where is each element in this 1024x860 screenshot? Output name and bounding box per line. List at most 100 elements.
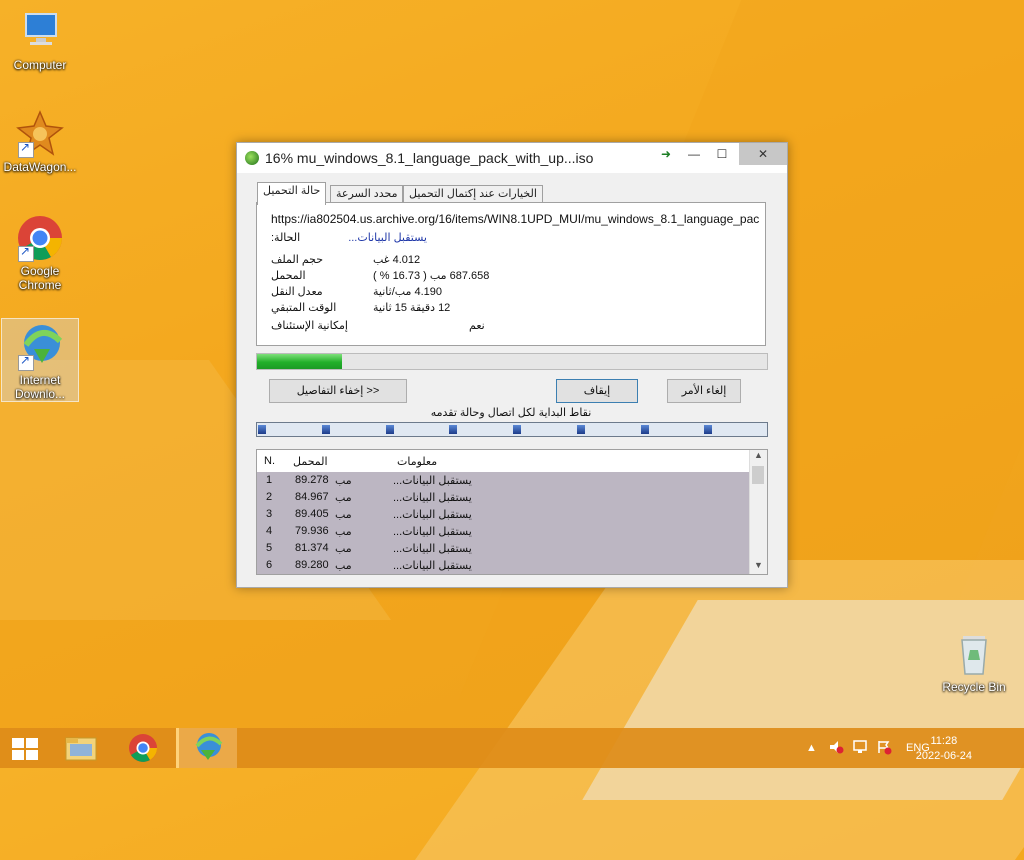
list-item[interactable]: 1 89.278 مب يستقبل البيانات... <box>257 472 749 489</box>
detail-label: الوقت المتبقي <box>271 302 337 314</box>
connections-list-header: N. المحمل معلومات <box>257 450 749 472</box>
recycle-bin-icon <box>950 630 998 678</box>
start-button[interactable] <box>0 728 58 768</box>
cancel-button[interactable]: إلغاء الأمر <box>667 379 741 403</box>
desktop-icon-chrome[interactable]: Google Chrome <box>2 214 78 292</box>
column-header-info[interactable]: معلومات <box>397 455 437 468</box>
detail-label: معدل النقل <box>271 286 323 298</box>
scroll-up-icon[interactable]: ▲ <box>750 450 767 464</box>
row-unit: مب <box>335 509 352 521</box>
datawagon-icon <box>16 110 64 158</box>
row-number: 6 <box>266 559 273 571</box>
window-title: 16% mu_windows_8.1_language_pack_with_up… <box>265 150 594 166</box>
connection-segments-bar <box>256 422 768 437</box>
chrome-icon <box>16 214 64 262</box>
minimize-button[interactable]: — <box>681 143 707 165</box>
list-item[interactable]: 2 84.967 مب يستقبل البيانات... <box>257 489 749 506</box>
column-header-n[interactable]: N. <box>264 455 275 467</box>
scroll-down-icon[interactable]: ▼ <box>750 560 767 574</box>
row-downloaded: 84.967 <box>295 491 329 503</box>
row-number: 5 <box>266 542 273 554</box>
desktop-icon-recycle-bin[interactable]: Recycle Bin <box>936 630 1012 694</box>
connections-list-body: 1 89.278 مب يستقبل البيانات... 2 84.967 … <box>257 472 749 574</box>
desktop-icon-label: Recycle Bin <box>942 680 1006 694</box>
windows-logo-icon <box>12 738 38 760</box>
maximize-button[interactable]: ☐ <box>709 143 735 165</box>
computer-icon <box>16 8 64 56</box>
connections-list[interactable]: N. المحمل معلومات 1 89.278 مب يستقبل الب… <box>256 449 768 575</box>
row-number: 1 <box>266 474 273 486</box>
connection-segment-marker <box>576 425 585 434</box>
connection-segment-marker <box>640 425 649 434</box>
row-info: يستقبل البيانات... <box>393 475 472 487</box>
detail-label: إمكانية الإستئناف <box>271 320 348 332</box>
minimize-to-tray-icon[interactable]: ➜ <box>653 143 679 165</box>
detail-value: 4.012 غب <box>373 254 421 266</box>
row-unit: مب <box>335 543 352 555</box>
download-progress-window: 16% mu_windows_8.1_language_pack_with_up… <box>236 142 788 588</box>
row-downloaded: 89.278 <box>295 474 329 486</box>
download-status-panel: https://ia802504.us.archive.org/16/items… <box>256 202 766 346</box>
row-downloaded: 79.936 <box>295 525 329 537</box>
list-item[interactable]: 5 81.374 مب يستقبل البيانات... <box>257 540 749 557</box>
detail-value: 687.658 مب ( 16.73 % ) <box>373 270 490 282</box>
shortcut-arrow-icon <box>18 353 34 371</box>
desktop-icon-idm[interactable]: Internet Downlo... <box>1 318 79 402</box>
row-number: 2 <box>266 491 273 503</box>
status-value: يستقبل البيانات... <box>348 232 427 244</box>
idm-icon <box>195 733 223 760</box>
desktop-icon-datawagon[interactable]: DataWagon... <box>2 110 78 174</box>
shortcut-arrow-icon <box>18 244 34 262</box>
desktop-icon-label: Google Chrome <box>18 264 62 292</box>
pause-button[interactable]: إيقاف <box>556 379 638 403</box>
row-unit: مب <box>335 475 352 487</box>
list-scrollbar[interactable]: ▲ ▼ <box>749 450 767 574</box>
action-center-icon[interactable] <box>876 739 892 779</box>
chrome-icon <box>129 734 157 762</box>
row-unit: مب <box>335 526 352 538</box>
shortcut-arrow-icon <box>18 140 34 158</box>
list-item[interactable]: 6 89.280 مب يستقبل البيانات... <box>257 557 749 574</box>
taskbar-chrome[interactable] <box>114 728 172 768</box>
list-item[interactable]: 4 79.936 مب يستقبل البيانات... <box>257 523 749 540</box>
detail-value: نعم <box>469 320 485 332</box>
column-header-downloaded[interactable]: المحمل <box>293 455 328 468</box>
network-icon[interactable] <box>852 739 868 779</box>
desktop-icon-label: DataWagon... <box>3 160 77 174</box>
connection-segment-marker <box>513 425 521 434</box>
scrollbar-thumb[interactable] <box>752 466 764 484</box>
taskbar-file-explorer[interactable] <box>52 728 110 768</box>
taskbar-clock[interactable]: 11:28 2022-06-24 <box>916 734 972 764</box>
detail-value: 4.190 مب/ثانية <box>373 286 443 298</box>
detail-value: 12 دقيقة 15 ثانية <box>373 302 451 314</box>
detail-label: حجم الملف <box>271 254 324 266</box>
download-url: https://ia802504.us.archive.org/16/items… <box>271 212 759 226</box>
desktop-icon-computer[interactable]: Computer <box>2 8 78 72</box>
row-downloaded: 89.280 <box>295 559 329 571</box>
volume-muted-icon[interactable] <box>828 739 844 779</box>
row-number: 3 <box>266 508 273 520</box>
download-progress-fill <box>257 354 343 369</box>
connection-segment-marker <box>449 425 458 434</box>
segments-title: نقاط البداية لكل اتصال وحالة تقدمه <box>430 407 592 419</box>
row-info: يستقبل البيانات... <box>393 526 472 538</box>
show-hidden-icons[interactable]: ▲ <box>806 742 817 782</box>
connection-segment-marker <box>704 425 713 434</box>
taskbar: ▲ ENG 11:28 2022-06-24 <box>0 728 1024 768</box>
hide-details-button[interactable]: << إخفاء التفاصيل <box>269 379 407 403</box>
window-titlebar[interactable]: 16% mu_windows_8.1_language_pack_with_up… <box>237 143 787 173</box>
tab-download-status[interactable]: حالة التحميل <box>257 182 327 205</box>
row-number: 4 <box>266 525 273 537</box>
desktop-icon-label: Internet Downlo... <box>14 373 66 401</box>
connection-segment-marker <box>321 425 330 434</box>
list-item[interactable]: 3 89.405 مب يستقبل البيانات... <box>257 506 749 523</box>
detail-label: المحمل <box>271 270 306 282</box>
close-button[interactable]: ✕ <box>739 143 787 165</box>
connection-segment-marker <box>258 425 266 434</box>
taskbar-idm[interactable] <box>176 728 237 768</box>
desktop-icon-label: Computer <box>13 58 67 72</box>
row-downloaded: 81.374 <box>295 542 329 554</box>
row-info: يستقبل البيانات... <box>393 492 472 504</box>
folder-icon <box>65 737 97 761</box>
clock-date: 2022-06-24 <box>915 750 972 762</box>
